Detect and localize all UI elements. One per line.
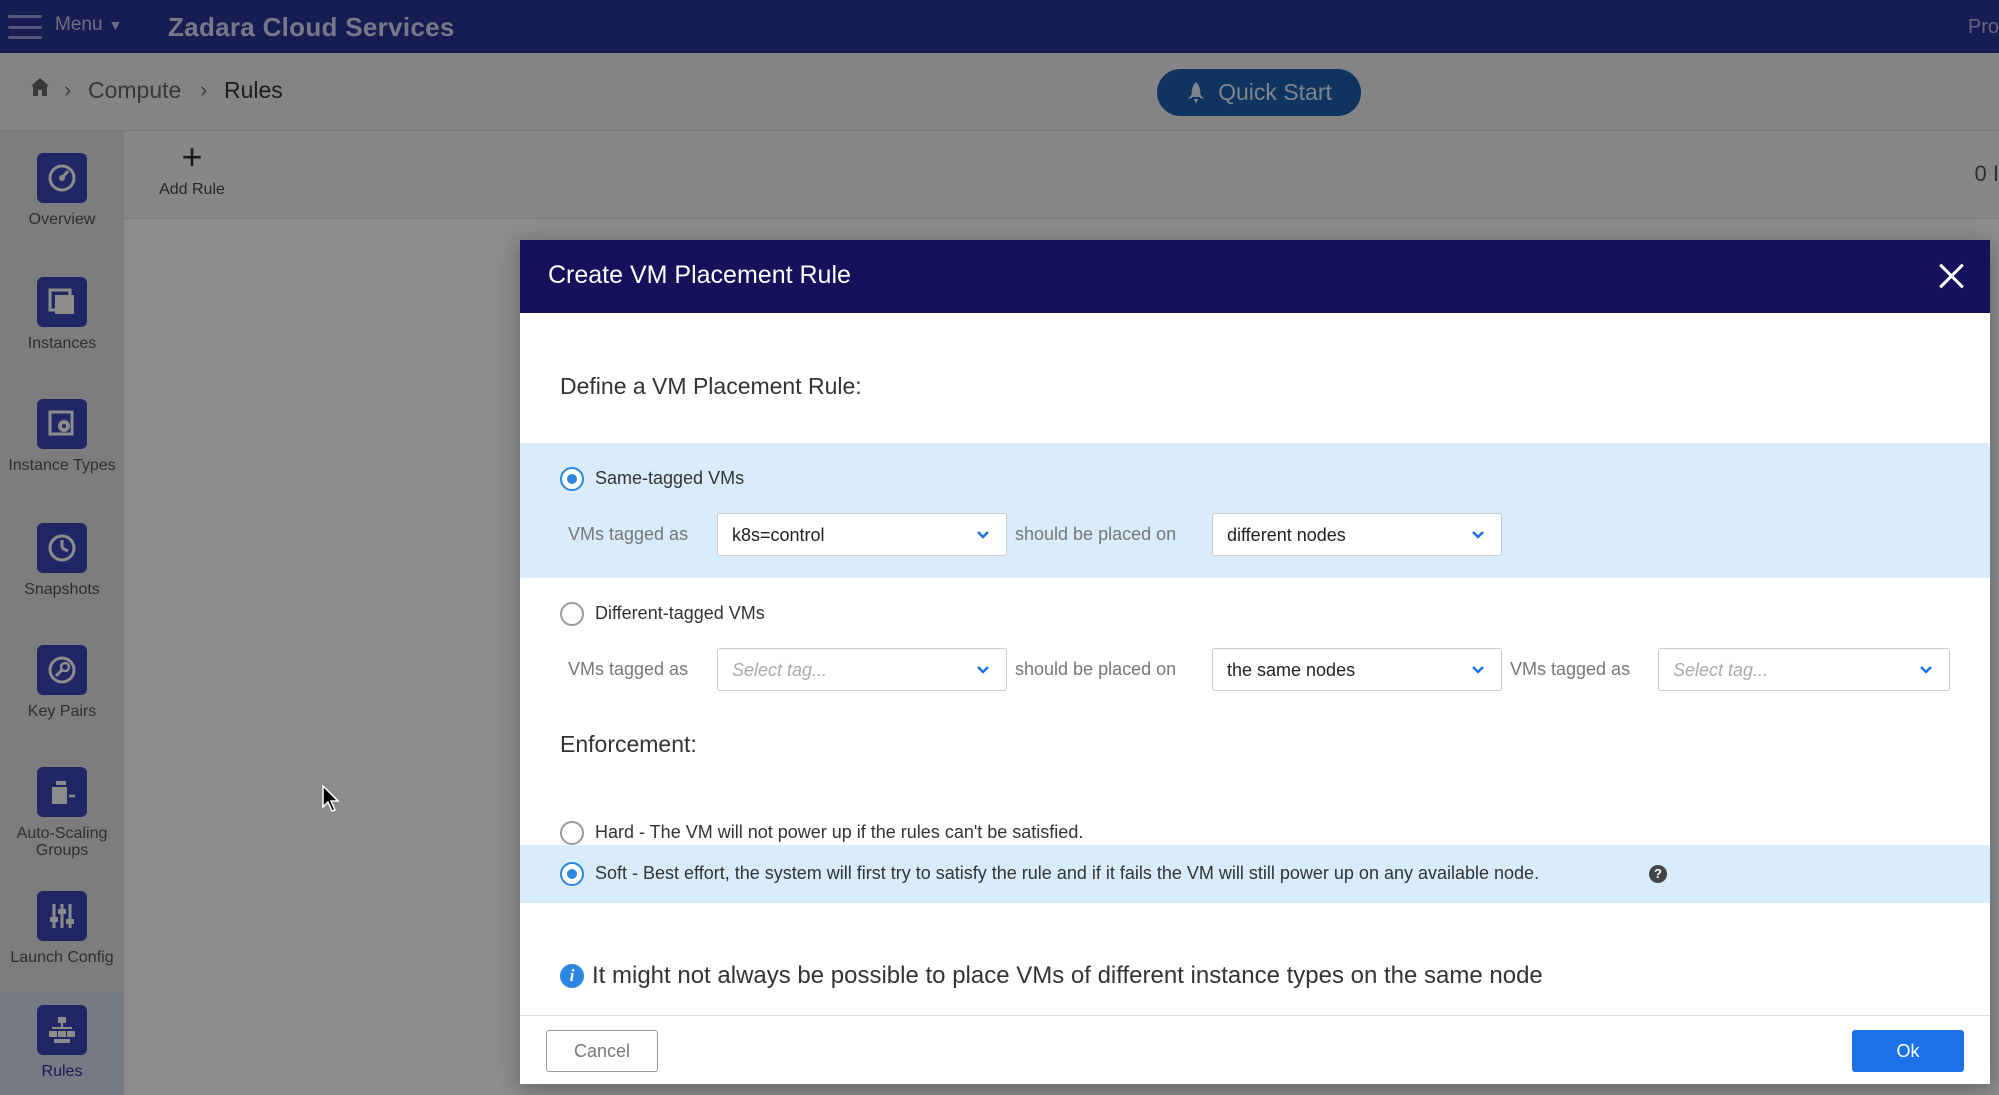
vms-tagged-as-label: VMs tagged as	[568, 659, 689, 679]
different-placement-value: the same nodes	[1227, 660, 1356, 680]
tag-placeholder-2: Select tag...	[1673, 660, 1769, 680]
info-text: It might not always be possible to place…	[592, 962, 1543, 989]
different-tagged-section: Different-tagged VMs VMs tagged as Selec…	[520, 578, 1990, 718]
enforcement-heading: Enforcement:	[560, 731, 697, 757]
same-tagged-section: Same-tagged VMs VMs tagged as k8s=contro…	[520, 443, 1990, 578]
soft-label: Soft - Best effort, the system will firs…	[595, 863, 1540, 883]
info-icon: i	[560, 964, 584, 988]
different-tagged-label: Different-tagged VMs	[595, 603, 765, 623]
same-tagged-radio[interactable]	[560, 467, 584, 491]
different-tag-select[interactable]: Select tag...	[717, 648, 1007, 691]
same-tag-value: k8s=control	[732, 525, 825, 545]
ok-button[interactable]: Ok	[1852, 1030, 1964, 1072]
vms-tagged-as-label: VMs tagged as	[568, 524, 689, 544]
chevron-down-icon	[1920, 666, 1932, 674]
info-message: i It might not always be possible to pla…	[560, 962, 1543, 990]
chevron-down-icon	[1472, 666, 1484, 674]
create-rule-dialog: Create VM Placement Rule Define a VM Pla…	[520, 240, 1990, 1084]
soft-radio[interactable]	[560, 862, 584, 886]
placed-on-label: should be placed on	[1015, 659, 1177, 679]
dialog-footer: Cancel Ok	[520, 1015, 1990, 1084]
same-tag-select[interactable]: k8s=control	[717, 513, 1007, 556]
help-icon[interactable]: ?	[1649, 865, 1667, 883]
close-icon[interactable]	[1936, 260, 1968, 292]
different-tagged-radio[interactable]	[560, 602, 584, 626]
mouse-cursor-icon	[322, 785, 340, 812]
chevron-down-icon	[977, 531, 989, 539]
same-placement-select[interactable]: different nodes	[1212, 513, 1502, 556]
define-rule-heading: Define a VM Placement Rule:	[560, 373, 862, 399]
vms-tagged-as-label-2: VMs tagged as	[1510, 659, 1631, 679]
hard-label: Hard - The VM will not power up if the r…	[595, 822, 1084, 842]
same-placement-value: different nodes	[1227, 525, 1346, 545]
second-tag-select[interactable]: Select tag...	[1658, 648, 1950, 691]
chevron-down-icon	[977, 666, 989, 674]
same-tagged-label: Same-tagged VMs	[595, 468, 745, 488]
chevron-down-icon	[1472, 531, 1484, 539]
dialog-title: Create VM Placement Rule	[548, 261, 851, 289]
dialog-header: Create VM Placement Rule	[520, 240, 1990, 313]
hard-radio[interactable]	[560, 821, 584, 845]
cancel-button[interactable]: Cancel	[546, 1030, 658, 1072]
placed-on-label: should be placed on	[1015, 524, 1177, 544]
different-placement-select[interactable]: the same nodes	[1212, 648, 1502, 691]
soft-enforcement-row: Soft - Best effort, the system will firs…	[520, 845, 1990, 903]
tag-placeholder: Select tag...	[732, 660, 828, 680]
